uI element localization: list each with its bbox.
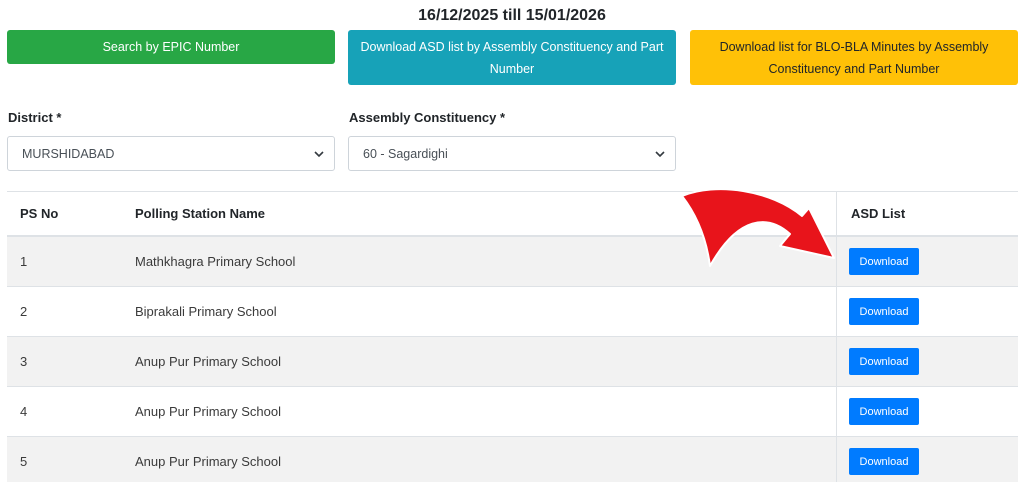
- asd-cell: Download: [836, 237, 1018, 286]
- download-button[interactable]: Download: [849, 448, 919, 475]
- download-button[interactable]: Download: [849, 248, 919, 275]
- station-name-cell: Anup Pur Primary School: [135, 454, 281, 469]
- column-header-asd: ASD List: [836, 192, 1018, 235]
- asd-cell: Download: [836, 287, 1018, 336]
- ps-no-cell: 3: [20, 354, 28, 369]
- station-name-cell: Anup Pur Primary School: [135, 354, 281, 369]
- polling-station-table: PS No Polling Station Name ASD List 1 Ma…: [7, 191, 1018, 482]
- asd-cell: Download: [836, 387, 1018, 436]
- ps-no-cell: 4: [20, 404, 28, 419]
- district-select[interactable]: MURSHIDABAD: [7, 136, 335, 171]
- download-button[interactable]: Download: [849, 348, 919, 375]
- asd-cell: Download: [836, 337, 1018, 386]
- table-row: 3 Anup Pur Primary School Download: [7, 337, 1018, 387]
- column-header-ps-no: PS No: [20, 206, 59, 221]
- table-row: 2 Biprakali Primary School Download: [7, 287, 1018, 337]
- column-header-name: Polling Station Name: [135, 206, 266, 221]
- station-name-cell: Anup Pur Primary School: [135, 404, 281, 419]
- download-blo-bla-button[interactable]: Download list for BLO-BLA Minutes by Ass…: [690, 30, 1018, 85]
- district-select-value: MURSHIDABAD: [22, 146, 115, 161]
- download-asd-button[interactable]: Download ASD list by Assembly Constituen…: [348, 30, 676, 85]
- asd-cell: Download: [836, 437, 1018, 482]
- download-button[interactable]: Download: [849, 398, 919, 425]
- district-label: District *: [8, 110, 62, 125]
- table-row: 1 Mathkhagra Primary School Download: [7, 237, 1018, 287]
- date-range-title: 16/12/2025 till 15/01/2026: [418, 7, 606, 24]
- table-row: 4 Anup Pur Primary School Download: [7, 387, 1018, 437]
- ps-no-cell: 2: [20, 304, 28, 319]
- assembly-constituency-label: Assembly Constituency *: [349, 110, 506, 125]
- chevron-down-icon: [314, 151, 324, 158]
- assembly-constituency-select[interactable]: 60 - Sagardighi: [348, 136, 676, 171]
- table-row: 5 Anup Pur Primary School Download: [7, 437, 1018, 482]
- station-name-cell: Mathkhagra Primary School: [135, 254, 296, 269]
- table-header-row: PS No Polling Station Name ASD List: [7, 192, 1018, 237]
- assembly-constituency-select-value: 60 - Sagardighi: [363, 146, 448, 161]
- search-epic-button[interactable]: Search by EPIC Number: [7, 30, 335, 64]
- station-name-cell: Biprakali Primary School: [135, 304, 277, 319]
- chevron-down-icon: [655, 151, 665, 158]
- ps-no-cell: 5: [20, 454, 28, 469]
- ps-no-cell: 1: [20, 254, 28, 269]
- download-button[interactable]: Download: [849, 298, 919, 325]
